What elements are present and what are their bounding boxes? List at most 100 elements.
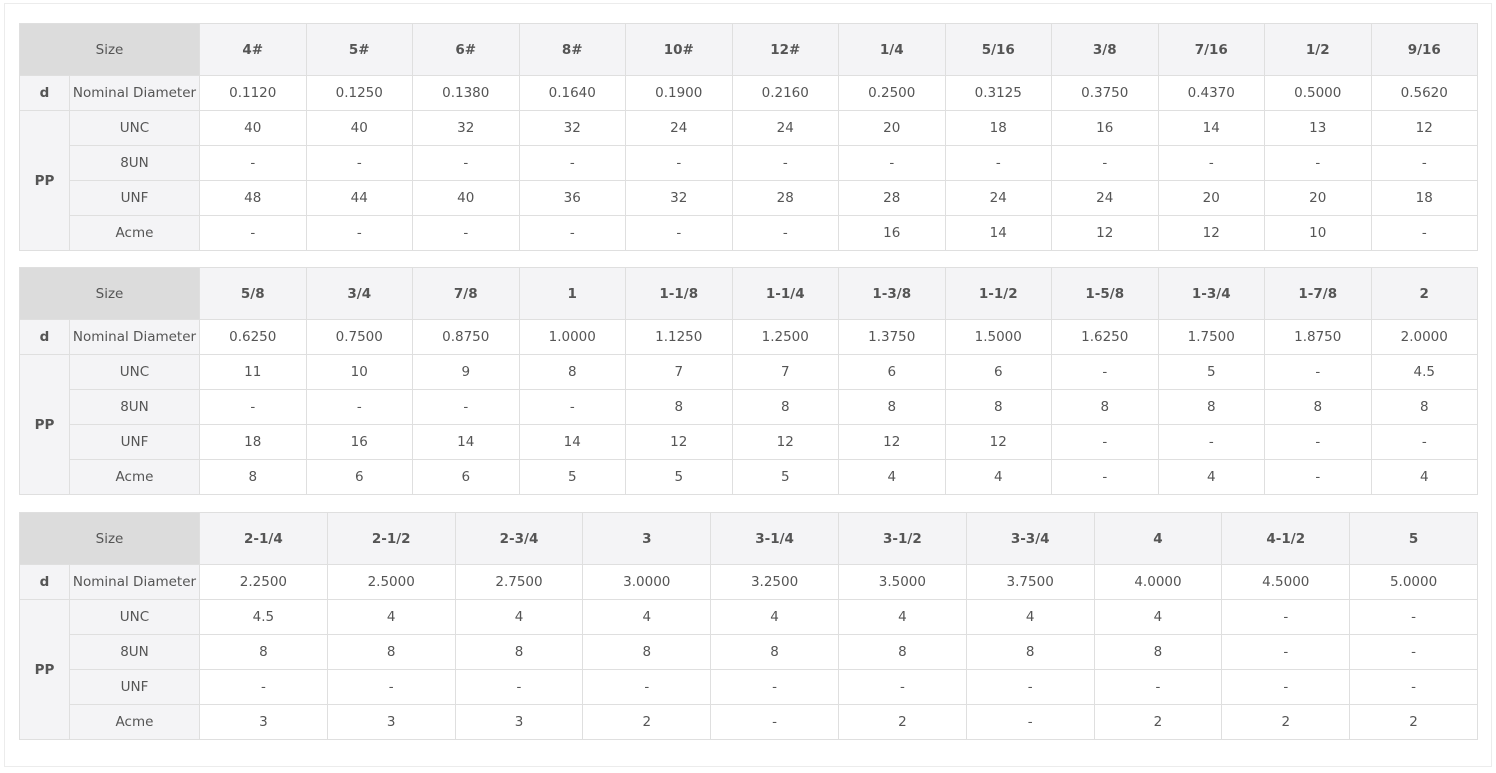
- value-cell: 0.1380: [412, 75, 520, 111]
- value-cell: 4.5: [199, 599, 328, 635]
- row-label: UNC: [69, 110, 200, 146]
- value-cell: 12: [944, 424, 1052, 460]
- value-cell: -: [1157, 424, 1265, 460]
- value-cell: 0.2500: [838, 75, 946, 111]
- row-label: Nominal Diameter: [69, 564, 200, 600]
- value-cell: 28: [731, 180, 839, 216]
- value-cell: 0.5000: [1264, 75, 1372, 111]
- value-cell: -: [454, 669, 584, 705]
- row-label: UNF: [69, 424, 200, 460]
- value-cell: 32: [412, 110, 520, 146]
- value-cell: 4.0000: [1093, 564, 1223, 600]
- value-cell: 8: [837, 634, 967, 670]
- row-label: 8UN: [69, 145, 200, 181]
- size-header-cell: 1/4: [838, 23, 946, 76]
- value-cell: 7: [731, 354, 839, 390]
- value-cell: -: [582, 669, 712, 705]
- value-cell: 8: [1051, 389, 1159, 425]
- size-header-cell: 1-5/8: [1051, 267, 1159, 320]
- value-cell: 16: [305, 424, 413, 460]
- value-cell: 1.1250: [625, 319, 733, 355]
- row-label: Nominal Diameter: [69, 319, 200, 355]
- size-header-row: Size 2-1/4 2-1/2 2-3/4 3 3-1/4 3-1/2 3-3/4 4 4-1/…: [19, 512, 1478, 565]
- size-header-cell: 5/16: [944, 23, 1052, 76]
- thread-spec-table-3: Size 2-1/4 2-1/2 2-3/4 3 3-1/4 3-1/2 3-3/4 4 4-1/…: [19, 512, 1478, 740]
- value-cell: 32: [625, 180, 733, 216]
- value-cell: 5: [731, 459, 839, 495]
- value-cell: 44: [305, 180, 413, 216]
- value-cell: -: [518, 215, 626, 251]
- value-cell: 8: [965, 634, 1095, 670]
- size-header-cell: 5#: [305, 23, 413, 76]
- table-row: UNF 48 44 40 36 32 28 28 24 24 20 20 18: [20, 180, 1478, 216]
- value-cell: 0.6250: [199, 319, 307, 355]
- value-cell: 2.5000: [326, 564, 456, 600]
- table-row: PP UNC 11 10 9 8 7 7 6 6-5-4.5: [19, 354, 1478, 495]
- group-label-pp: PP: [19, 599, 70, 740]
- value-cell: -: [1264, 424, 1372, 460]
- value-cell: -: [412, 215, 520, 251]
- size-header-cell: 4#: [199, 23, 307, 76]
- value-cell: -: [731, 145, 839, 181]
- value-cell: 24: [625, 110, 733, 146]
- value-cell: 3.5000: [837, 564, 967, 600]
- value-cell: 4.5: [1370, 354, 1478, 390]
- value-cell: 8: [944, 389, 1052, 425]
- value-cell: 8: [1093, 634, 1223, 670]
- size-label: Size: [19, 267, 200, 320]
- row-label: Acme: [69, 215, 200, 251]
- value-cell: -: [1349, 634, 1478, 670]
- value-cell: -: [1093, 669, 1223, 705]
- value-cell: -: [1051, 459, 1159, 495]
- value-cell: 4: [454, 599, 584, 635]
- row-label: Acme: [69, 459, 200, 495]
- value-cell: -: [837, 669, 967, 705]
- value-cell: -: [199, 145, 307, 181]
- value-cell: 14: [412, 424, 520, 460]
- value-cell: 4: [838, 459, 946, 495]
- value-cell: 8: [1157, 389, 1265, 425]
- size-header-row: Size 4# 5# 6# 8# 10# 12# 1/4 5/16 3/8 7/16 1/2 9/16: [19, 23, 1478, 76]
- value-cell: 8: [731, 389, 839, 425]
- value-cell: -: [305, 389, 413, 425]
- value-cell: 4: [710, 599, 839, 635]
- value-cell: 3: [326, 704, 456, 740]
- size-header-cell: 1-3/8: [838, 267, 946, 320]
- value-cell: -: [965, 704, 1095, 740]
- group-label-d: d: [19, 75, 70, 111]
- size-header-row: Size 5/8 3/4 7/8 1 1-1/8 1-1/4 1-3/8 1-1/2 1-5/8 1…: [19, 267, 1478, 320]
- table-row: d Nominal Diameter 0.6250 0.7500 0.8750 1.000…: [19, 319, 1478, 355]
- value-cell: 8: [625, 389, 733, 425]
- table-row: Acme 8 6 6 5 5 5 4 4-4-4: [20, 459, 1478, 495]
- value-cell: -: [1370, 215, 1478, 251]
- table-row: UNF 18 16 14 14 12 12 12 12- - - -: [20, 424, 1478, 460]
- table-row: Acme - - - - - -16 14 12 12 10-: [20, 215, 1478, 251]
- value-cell: 40: [305, 110, 413, 146]
- value-cell: 36: [518, 180, 626, 216]
- value-cell: 8: [199, 634, 328, 670]
- size-header-cell: 9/16: [1370, 23, 1478, 76]
- value-cell: 5.0000: [1349, 564, 1478, 600]
- value-cell: 1.6250: [1051, 319, 1159, 355]
- value-cell: 6: [412, 459, 520, 495]
- table-row: UNF - - - - - - - - - -: [20, 669, 1478, 705]
- value-cell: 8: [838, 389, 946, 425]
- value-cell: 48: [199, 180, 307, 216]
- value-cell: 9: [412, 354, 520, 390]
- value-cell: -: [965, 669, 1095, 705]
- value-cell: 20: [838, 110, 946, 146]
- size-header-cell: 2-1/2: [326, 512, 456, 565]
- value-cell: -: [305, 215, 413, 251]
- size-header-cell: 3: [582, 512, 712, 565]
- size-header-cell: 1-7/8: [1264, 267, 1372, 320]
- value-cell: 28: [838, 180, 946, 216]
- value-cell: 12: [838, 424, 946, 460]
- group-label-d: d: [19, 319, 70, 355]
- size-header-cell: 5: [1349, 512, 1478, 565]
- table-row: Acme 3 3 3 2-2-2 2 2: [20, 704, 1478, 740]
- value-cell: -: [731, 215, 839, 251]
- value-cell: 4: [944, 459, 1052, 495]
- value-cell: -: [518, 145, 626, 181]
- value-cell: -: [412, 145, 520, 181]
- value-cell: 8: [582, 634, 712, 670]
